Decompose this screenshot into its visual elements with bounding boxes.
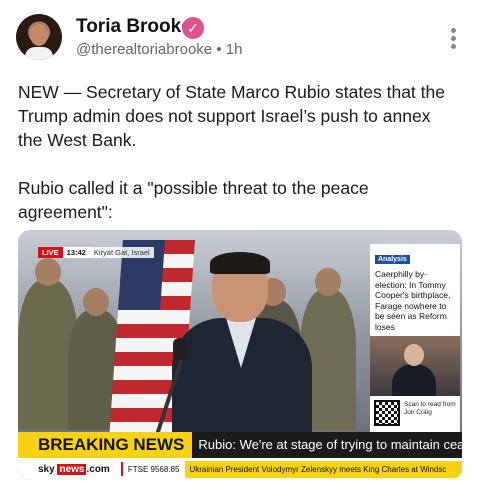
post-paragraph-1: NEW — Secretary of State Marco Rubio sta…	[18, 82, 445, 150]
live-label: LIVE	[38, 246, 63, 258]
avatar-shirt	[25, 47, 53, 60]
news-ticker: sky news .com FTSE 9568.85 Ukrainian Pres…	[18, 458, 462, 480]
microphone-icon	[173, 338, 187, 360]
avatar-face	[30, 24, 48, 46]
author-display-name[interactable]: Toria Brooke	[76, 16, 192, 38]
menu-dot	[450, 44, 456, 49]
live-badge: LIVE 13:42 Kiryat Gat, Israel	[38, 246, 154, 258]
post-header: Toria Brooke ✓ @therealtoriabrooke • 1h	[16, 14, 464, 64]
breaking-news-bar: BREAKING NEWS Rubio: We're at stage of t…	[18, 432, 462, 458]
avatar[interactable]	[16, 14, 62, 60]
qr-code-icon	[374, 400, 400, 426]
broadcast-location: Kiryat Gat, Israel	[89, 246, 154, 258]
ticker-divider	[120, 462, 123, 476]
brand-com: .com	[86, 463, 110, 475]
qr-panel: Scan to read from Jon Craig	[370, 396, 460, 432]
post-timestamp[interactable]: 1h	[226, 41, 243, 58]
analysis-text: Caerphilly by-election: In Tommy Cooper'…	[375, 269, 451, 332]
breaking-headline: Rubio: We're at stage of trying to maint…	[192, 432, 462, 458]
breaking-news-label: BREAKING NEWS	[18, 432, 193, 458]
menu-dot	[450, 28, 456, 33]
sky-news-logo: sky news .com	[18, 463, 116, 475]
brand-news: news	[57, 463, 87, 475]
menu-dot	[450, 36, 456, 41]
author-handle-row: @therealtoriabrooke • 1h	[76, 41, 242, 58]
broadcast-clock: 13:42	[62, 246, 90, 258]
brand-sky: sky	[38, 463, 55, 475]
analysis-thumbnail	[370, 336, 460, 396]
author-handle[interactable]: @therealtoriabrooke	[76, 41, 212, 58]
video-media[interactable]: LIVE 13:42 Kiryat Gat, Israel Analysis C…	[18, 230, 462, 480]
ticker-crawl: Ukrainian President Volodymyr Zelenskyy …	[185, 460, 462, 478]
ftse-value: FTSE 9568.85	[127, 464, 180, 474]
qr-caption: Scan to read from Jon Craig	[404, 401, 456, 416]
analysis-panel: Analysis Caerphilly by-election: In Tomm…	[370, 244, 460, 336]
handle-separator: •	[216, 41, 222, 58]
post-body: NEW — Secretary of State Marco Rubio sta…	[18, 80, 458, 248]
post-paragraph-2: Rubio called it a "possible threat to th…	[18, 178, 369, 222]
analysis-tag: Analysis	[375, 255, 410, 264]
speaker-figure	[166, 252, 316, 458]
more-vertical-icon[interactable]	[448, 28, 458, 52]
verified-badge-icon: ✓	[182, 17, 204, 39]
